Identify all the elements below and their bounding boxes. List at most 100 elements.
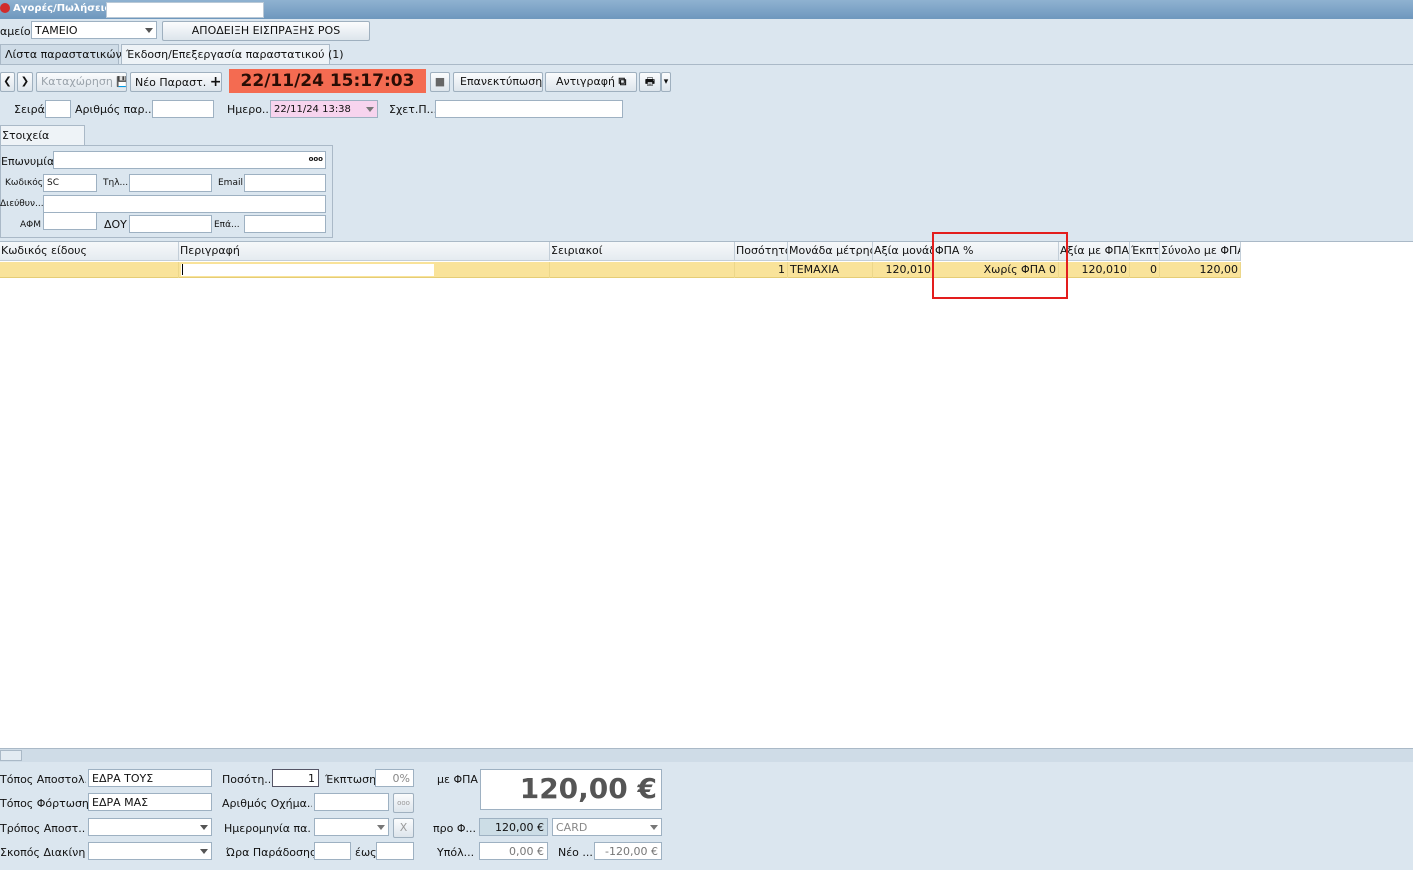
- description-editor[interactable]: [181, 264, 434, 276]
- save-button-label: Καταχώρηση: [41, 75, 113, 88]
- cashier-label: αμείο: [0, 25, 31, 38]
- cell-code[interactable]: [0, 262, 179, 278]
- copy-button[interactable]: Αντιγραφή ⧉: [545, 72, 637, 92]
- delivery-date-select[interactable]: [314, 818, 389, 836]
- loading-place-input[interactable]: ΕΔΡΑ ΜΑΣ: [88, 793, 212, 811]
- delivery-time-label: Ώρα Παράδοσης: [226, 846, 317, 859]
- customer-code-input[interactable]: SC: [43, 174, 97, 192]
- pre-vat-label: προ Φ...: [433, 822, 476, 835]
- discount-input[interactable]: 0%: [375, 769, 414, 787]
- column-header-description[interactable]: Περιγραφή: [179, 242, 550, 261]
- column-header-total-with-vat[interactable]: Σύνολο με ΦΠΑ: [1160, 242, 1241, 261]
- series-label: Σειρά: [14, 103, 45, 116]
- plus-icon: +: [209, 74, 222, 90]
- cell-unit-price[interactable]: 120,010: [873, 262, 934, 278]
- doy-input[interactable]: [129, 215, 212, 233]
- next-button[interactable]: ❯: [17, 72, 33, 92]
- purpose-select[interactable]: [88, 842, 212, 860]
- save-button[interactable]: Καταχώρηση 💾: [36, 72, 127, 92]
- loading-place-label: Τόπος Φόρτωσης: [0, 797, 96, 810]
- payment-method-value: CARD: [556, 821, 588, 834]
- delivery-time-to-input[interactable]: [376, 842, 414, 860]
- stop-icon: ■: [434, 75, 446, 88]
- phone-input[interactable]: [129, 174, 212, 192]
- cashier-value: ΤΑΜΕΙΟ: [35, 24, 78, 37]
- discount-label: Έκπτωση: [325, 773, 377, 786]
- close-icon: X: [399, 821, 408, 834]
- date-value: 22/11/24 13:38: [274, 104, 351, 115]
- customer-code-label: Κωδικός: [5, 178, 44, 188]
- afm-input[interactable]: [43, 212, 97, 230]
- occupation-label: Επά...: [214, 220, 240, 230]
- customer-name-label: Επωνυμία: [1, 155, 55, 168]
- prev-button[interactable]: ❮: [0, 72, 15, 92]
- date-label: Ημερο...: [227, 103, 273, 116]
- sender-place-input[interactable]: ΕΔΡΑ ΤΟΥΣ: [88, 769, 212, 787]
- vehicle-number-input[interactable]: [314, 793, 389, 811]
- cell-unit[interactable]: ΤΕΜΑΧΙΑ: [788, 262, 873, 278]
- chevron-down-icon: [377, 825, 385, 830]
- copy-button-label: Αντιγραφή: [556, 75, 615, 88]
- receipt-pos-button[interactable]: ΑΠΟΔΕΙΞΗ ΕΙΣΠΡΑΞΗΣ POS: [162, 21, 370, 41]
- stop-button[interactable]: ■: [430, 72, 450, 92]
- column-header-quantity[interactable]: Ποσότητα: [735, 242, 788, 261]
- window-title: Αγορές/Πωλήσεις: [13, 3, 111, 14]
- text-cursor: [182, 264, 183, 275]
- cell-quantity[interactable]: 1: [735, 262, 788, 278]
- column-header-code[interactable]: Κωδικός είδους: [0, 242, 179, 261]
- new-balance-label: Νέο ...: [558, 846, 592, 859]
- title-search-box[interactable]: [106, 2, 264, 18]
- address-label: Διεύθυν...: [0, 199, 44, 209]
- cell-discount[interactable]: 0: [1130, 262, 1160, 278]
- cashier-select[interactable]: ΤΑΜΕΙΟ: [31, 21, 157, 39]
- print-options-button[interactable]: ▾: [661, 72, 671, 92]
- scroll-handle[interactable]: [0, 750, 22, 761]
- new-document-label: Νέο Παραστ.: [135, 76, 207, 89]
- chevron-left-icon: ❮: [3, 76, 12, 87]
- column-header-unit[interactable]: Μονάδα μέτρησης: [788, 242, 873, 261]
- cell-value-with-vat[interactable]: 120,010: [1059, 262, 1130, 278]
- column-header-value-with-vat[interactable]: Αξία με ΦΠΑ: [1059, 242, 1130, 261]
- occupation-input[interactable]: [244, 215, 326, 233]
- print-button[interactable]: 🖶: [639, 72, 661, 92]
- chevron-down-icon: [650, 825, 658, 830]
- chevron-down-icon: [366, 107, 374, 112]
- payment-method-select[interactable]: CARD: [552, 818, 662, 836]
- tab-documents-list[interactable]: Λίστα παραστατικών (1): [0, 44, 141, 65]
- column-header-discount[interactable]: Έκπτ: [1130, 242, 1160, 261]
- shipping-method-label: Τρόπος Αποστ...: [0, 822, 86, 835]
- date-input[interactable]: 22/11/24 13:38: [270, 100, 378, 118]
- remaining-amount: 0,00 €: [479, 842, 548, 860]
- more-options-icon[interactable]: ooo: [309, 152, 323, 167]
- address-input[interactable]: [43, 195, 326, 213]
- chevron-down-icon: [200, 825, 208, 830]
- vehicle-lookup-button[interactable]: ooo: [393, 793, 414, 813]
- reprint-button[interactable]: Επανεκτύπωση: [453, 72, 543, 92]
- cell-serials[interactable]: [550, 262, 735, 278]
- tab-customer-details[interactable]: Στοιχεία πελάτη: [0, 125, 85, 161]
- tab-document-edit[interactable]: Έκδοση/Επεξεργασία παραστατικού (1): [121, 44, 344, 65]
- column-header-serials[interactable]: Σειριακοί: [550, 242, 735, 261]
- quantity-input[interactable]: 1: [272, 769, 319, 787]
- floppy-disk-icon: 💾: [116, 77, 126, 88]
- horizontal-scrollbar[interactable]: [0, 748, 1413, 762]
- cell-total-with-vat[interactable]: 120,00: [1160, 262, 1241, 278]
- chevron-down-icon: [145, 28, 153, 33]
- more-options-icon: ooo: [397, 799, 410, 807]
- related-doc-input[interactable]: [435, 100, 623, 118]
- column-header-unit-price[interactable]: Αξία μονάδας: [873, 242, 934, 261]
- new-document-button[interactable]: Νέο Παραστ. +: [130, 72, 222, 92]
- quantity-label: Ποσότη...: [222, 773, 270, 786]
- delivery-time-from-input[interactable]: [314, 842, 351, 860]
- vat-column-highlight: [932, 232, 1068, 299]
- purpose-label: Σκοπός Διακίνη...: [0, 846, 86, 859]
- clear-date-button[interactable]: X: [393, 818, 414, 838]
- related-doc-label: Σχετ.Π...: [389, 103, 438, 116]
- document-datetime: 22/11/24 15:17:03: [229, 69, 426, 93]
- doc-number-input[interactable]: [152, 100, 214, 118]
- shipping-method-select[interactable]: [88, 818, 212, 836]
- email-input[interactable]: [244, 174, 326, 192]
- copy-icon: ⧉: [618, 75, 627, 88]
- customer-name-input[interactable]: ooo: [53, 151, 326, 169]
- series-input[interactable]: [45, 100, 71, 118]
